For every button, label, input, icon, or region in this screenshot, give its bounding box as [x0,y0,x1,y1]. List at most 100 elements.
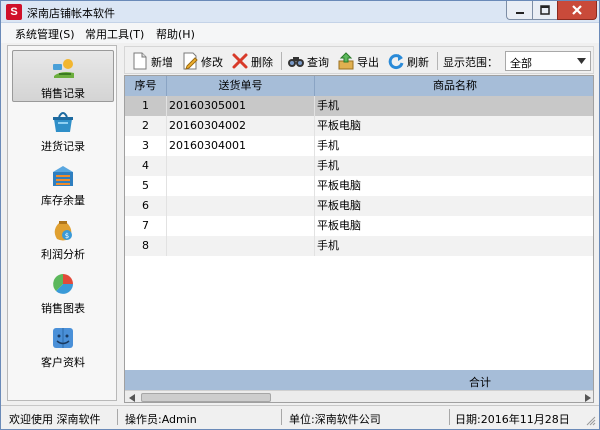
product-name-cell[interactable]: 平板电脑 [315,176,593,196]
table-row[interactable]: 1 20160305001 手机 [125,96,593,116]
scroll-left-icon[interactable] [129,394,135,402]
delivery-no-cell[interactable] [167,236,315,256]
row-index-cell[interactable]: 6 [125,196,167,216]
query-label: 查询 [307,56,329,69]
product-name-cell[interactable]: 平板电脑 [315,116,593,136]
status-separator [117,409,118,425]
nav-label: 库存余量 [41,194,85,207]
chevron-down-icon [577,58,586,64]
scrollbar-thumb[interactable] [141,393,271,402]
nav-item-sales-chart[interactable]: 销售图表 [12,266,114,318]
row-index-cell[interactable]: 5 [125,176,167,196]
minimize-button[interactable] [506,1,532,20]
column-header-index[interactable]: 序号 [125,76,167,96]
add-button[interactable]: 新增 [131,50,177,72]
product-name-cell[interactable]: 手机 [315,236,593,256]
horizontal-scrollbar[interactable] [125,390,593,402]
toolbar-separator [437,52,438,70]
menu-help[interactable]: 帮助(H) [156,26,195,42]
data-grid: 序号 送货单号 商品名称 1 20160305001 手机 2 20160304002 平… [124,75,594,403]
new-document-icon [133,52,147,70]
menu-system[interactable]: 系统管理(S) [15,26,75,42]
product-name-cell[interactable]: 手机 [315,96,593,116]
close-icon [572,5,582,15]
delivery-no-cell[interactable] [167,216,315,236]
window-title: 深南店铺帐本软件 [27,7,115,20]
pie-chart-icon [53,274,73,294]
add-label: 新增 [151,56,173,69]
grid-footer: 合计 [125,370,593,390]
table-row[interactable]: 6 平板电脑 [125,196,593,216]
app-window: S 深南店铺帐本软件 系统管理(S) 常用工具(T) 帮助(H) 销售记录 进货… [0,0,600,430]
row-index-cell[interactable]: 3 [125,136,167,156]
row-index-cell[interactable]: 8 [125,236,167,256]
status-welcome: 欢迎使用 深南软件 [9,413,101,426]
export-button[interactable]: 导出 [337,50,383,72]
nav-item-purchase-record[interactable]: 进货记录 [12,104,114,156]
maximize-button[interactable] [532,1,557,20]
nav-item-sales-record[interactable]: 销售记录 [12,50,114,102]
table-row[interactable]: 2 20160304002 平板电脑 [125,116,593,136]
table-row[interactable]: 3 20160304001 手机 [125,136,593,156]
status-operator: 操作员:Admin [125,413,197,426]
nav-label: 销售图表 [41,302,85,315]
row-index-cell[interactable]: 7 [125,216,167,236]
nav-label: 销售记录 [41,87,85,100]
toolbar: 新增 修改 删除 查询 导出 刷新 显示范围： 全部 [124,46,594,74]
edit-button[interactable]: 修改 [181,50,227,72]
nav-item-inventory[interactable]: 库存余量 [12,158,114,210]
range-select-value: 全部 [510,57,532,70]
maximize-icon [540,5,550,15]
purchase-record-icon [53,112,73,132]
row-index-cell[interactable]: 4 [125,156,167,176]
delivery-no-cell[interactable] [167,196,315,216]
product-name-cell[interactable]: 平板电脑 [315,196,593,216]
row-index-cell[interactable]: 1 [125,96,167,116]
delivery-no-cell[interactable] [167,156,315,176]
status-company: 单位:深南软件公司 [289,413,381,426]
row-index-cell[interactable]: 2 [125,116,167,136]
delivery-no-cell[interactable]: 20160305001 [167,96,315,116]
title-bar[interactable]: S 深南店铺帐本软件 [1,1,599,23]
menu-tools[interactable]: 常用工具(T) [85,26,144,42]
profit-analysis-icon: $ [54,221,72,241]
resize-grip-icon[interactable] [586,416,596,426]
nav-item-profit-analysis[interactable]: $ 利润分析 [12,212,114,264]
status-separator [449,409,450,425]
delete-button[interactable]: 删除 [231,50,277,72]
export-label: 导出 [357,56,379,69]
export-box-icon [338,52,354,70]
refresh-label: 刷新 [407,56,429,69]
delivery-no-cell[interactable]: 20160304002 [167,116,315,136]
minimize-icon [515,12,524,14]
scroll-right-icon[interactable] [585,394,591,402]
delete-x-icon [232,53,248,69]
query-button[interactable]: 查询 [287,50,333,72]
nav-item-customer-info[interactable]: 客户资料 [12,320,114,372]
nav-label: 客户资料 [41,356,85,369]
delete-label: 删除 [251,56,273,69]
edit-pencil-icon [183,52,198,70]
refresh-button[interactable]: 刷新 [387,50,433,72]
refresh-icon [388,54,404,70]
delivery-no-cell[interactable]: 20160304001 [167,136,315,156]
product-name-cell[interactable]: 手机 [315,136,593,156]
nav-label: 利润分析 [41,248,85,261]
product-name-cell[interactable]: 手机 [315,156,593,176]
range-select[interactable]: 全部 [505,51,591,71]
table-row[interactable]: 8 手机 [125,236,593,256]
delivery-no-cell[interactable] [167,176,315,196]
product-name-cell[interactable]: 平板电脑 [315,216,593,236]
table-row[interactable]: 5 平板电脑 [125,176,593,196]
app-logo-icon: S [6,4,22,20]
binoculars-icon [288,57,304,67]
column-header-delivery-no[interactable]: 送货单号 [167,76,315,96]
column-header-product-name[interactable]: 商品名称 [315,76,593,96]
close-button[interactable] [557,1,597,20]
status-date: 日期:2016年11月28日 [455,413,570,426]
svg-text:$: $ [65,232,69,240]
customer-info-icon [53,328,73,348]
table-row[interactable]: 7 平板电脑 [125,216,593,236]
table-row[interactable]: 4 手机 [125,156,593,176]
total-label: 合计 [469,376,491,389]
